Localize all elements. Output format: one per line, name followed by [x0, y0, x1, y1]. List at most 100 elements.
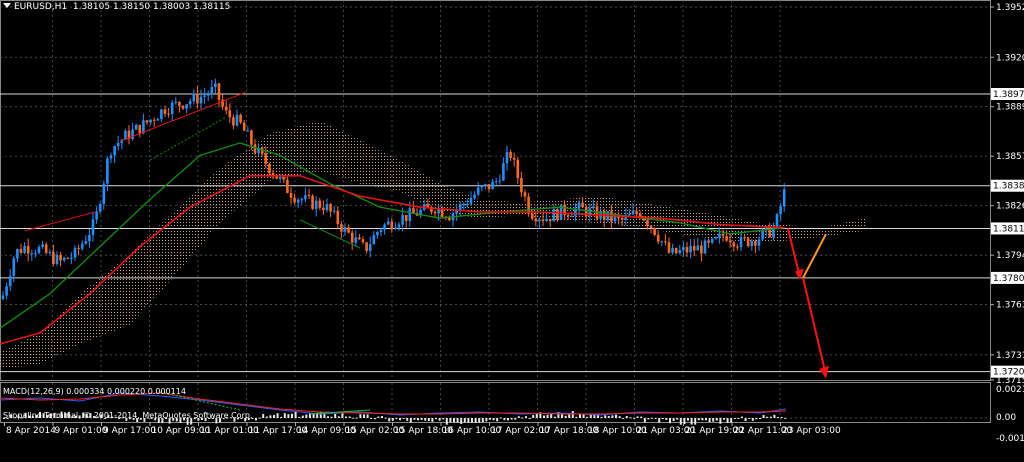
candle-body: [271, 173, 275, 176]
candle-body: [426, 204, 430, 207]
candle-body: [664, 241, 667, 243]
candle-body: [145, 120, 149, 123]
copyright-label: Skopalino Terminal, © 2001-2014, MetaQuo…: [3, 411, 253, 420]
macd-bar: [391, 418, 394, 421]
price-tick-label: 1.38575: [996, 152, 1024, 162]
candle-body: [397, 224, 401, 228]
macd-bar: [269, 415, 272, 418]
price-level-label: 1.38387: [993, 182, 1024, 192]
candle-body: [109, 155, 113, 159]
candle-body: [685, 247, 689, 253]
price-tick-label: 1.37945: [996, 251, 1024, 261]
macd-bar: [273, 415, 275, 418]
candle-body: [286, 179, 289, 193]
candle-body: [736, 246, 739, 248]
candle-body: [523, 192, 527, 197]
macd-bar: [258, 417, 261, 419]
macd-bar: [769, 416, 772, 418]
macd-bar: [478, 418, 481, 423]
candle-body: [646, 220, 649, 226]
candle-body: [365, 242, 368, 251]
candle-body: [55, 254, 59, 265]
candle-body: [347, 227, 350, 233]
candle-body: [102, 183, 106, 205]
candle-body: [660, 241, 664, 243]
macd-bar: [370, 418, 373, 419]
macd-bar: [766, 416, 769, 418]
macd-bar: [575, 416, 578, 418]
candle-body: [95, 211, 98, 220]
macd-bar: [564, 415, 567, 418]
forecast-arrows: [787, 228, 829, 379]
dropdown-icon[interactable]: [3, 3, 11, 8]
price-level-label: 1.38115: [993, 224, 1024, 234]
candle-body: [707, 240, 710, 243]
candle-body: [160, 109, 163, 120]
macd-bar: [492, 418, 495, 421]
candle-body: [311, 195, 314, 209]
macd-bar: [463, 418, 466, 423]
candle-body: [520, 177, 523, 193]
candle-body: [48, 251, 52, 253]
macd-bar: [762, 415, 765, 418]
candle-body: [721, 233, 725, 237]
candle-body: [484, 184, 487, 186]
macd-bar: [496, 418, 499, 422]
candle-body: [570, 215, 574, 217]
candle-body: [757, 239, 761, 246]
macd-bar: [604, 415, 607, 418]
macd-bar: [481, 418, 484, 423]
macd-bar: [665, 418, 668, 420]
candle-body: [296, 199, 300, 203]
macd-bar: [305, 414, 308, 418]
candle-body: [710, 238, 714, 243]
candle-body: [566, 215, 570, 217]
candle-body: [408, 208, 412, 221]
candle-body: [131, 129, 134, 139]
candle-body: [754, 241, 757, 246]
macd-bar: [413, 418, 416, 420]
candle-body: [700, 245, 703, 254]
candle-body: [149, 119, 152, 123]
macd-bar: [773, 414, 776, 418]
macd-bar: [381, 415, 383, 418]
candle-body: [541, 219, 545, 222]
candle-body: [268, 163, 271, 174]
candle-body: [174, 101, 178, 103]
price-tick-label: 1.38260: [996, 202, 1024, 212]
macd-bar: [427, 418, 430, 422]
price-tick-label: 1.39205: [996, 53, 1024, 63]
macd-tick-label: 0.00: [996, 413, 1016, 423]
candle-body: [16, 249, 19, 259]
macd-bar: [568, 414, 571, 418]
candle-body: [358, 237, 361, 240]
candle-body: [743, 237, 746, 239]
macd-bar: [525, 416, 527, 418]
candle-body: [545, 219, 548, 222]
candle-body: [214, 83, 217, 88]
macd-bar: [395, 418, 398, 420]
macd-bar: [312, 413, 315, 418]
candle-body: [242, 122, 246, 131]
candle-body: [556, 209, 559, 220]
macd-bar: [546, 414, 549, 418]
candle-body: [509, 151, 512, 158]
macd-bar: [348, 416, 351, 418]
candle-body: [433, 211, 437, 214]
candle-body: [106, 158, 109, 184]
macd-bar: [543, 415, 545, 418]
candle-body: [527, 196, 530, 214]
macd-bar: [755, 418, 758, 420]
candle-body: [656, 234, 660, 242]
candle-body: [577, 202, 581, 209]
candle-body: [505, 151, 509, 164]
candle-body: [383, 224, 386, 230]
macd-bar: [719, 418, 722, 424]
candle-body: [394, 227, 397, 230]
candle-body: [725, 236, 728, 241]
candle-body: [246, 130, 250, 132]
candle-body: [628, 214, 631, 216]
candle-body: [476, 187, 480, 195]
macd-bar: [449, 418, 452, 423]
trend-line: [149, 117, 226, 161]
